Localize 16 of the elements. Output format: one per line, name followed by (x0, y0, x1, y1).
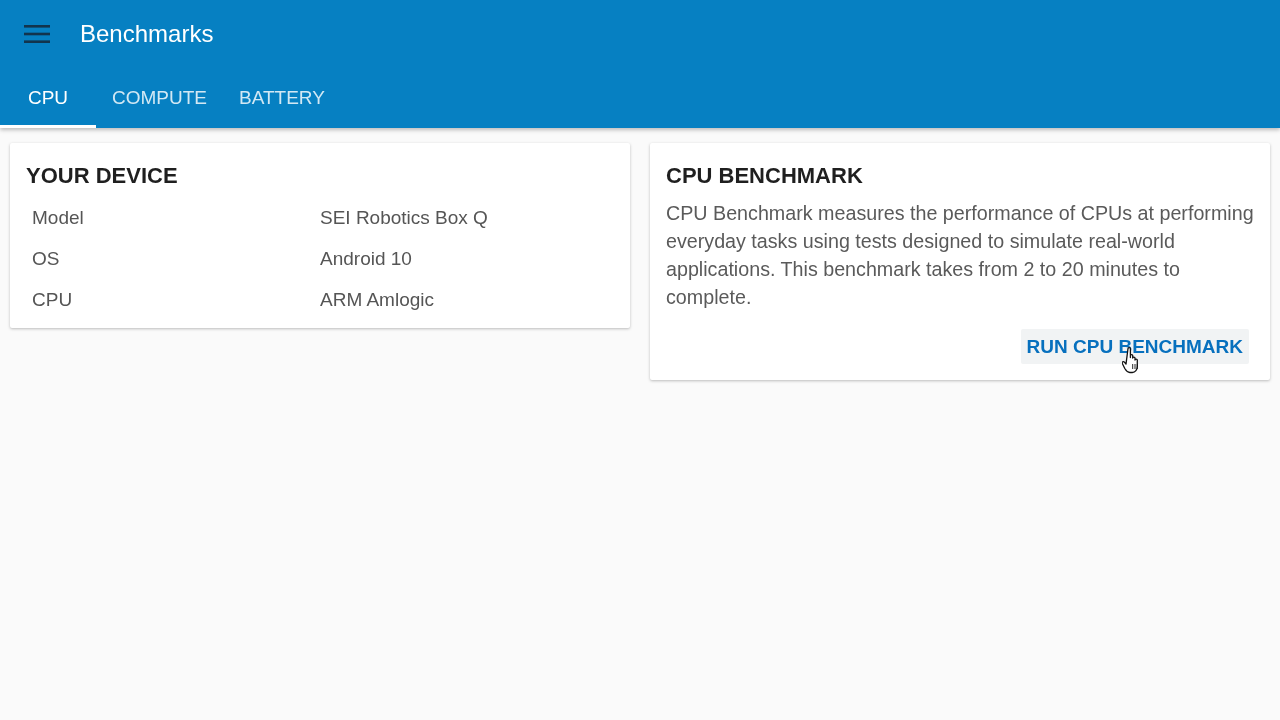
spec-label: OS (32, 247, 61, 271)
description-text: CPU Benchmark measures the performance of CPUs at performing everyday tasks using tests designed to simulate real-world applications. This benchmark takes from 2 to 20 minutes to complete. (666, 201, 1254, 310)
card-title: YOUR DEVICE (26, 162, 179, 190)
app-title: Benchmarks (80, 20, 214, 48)
spec-label: CPU (32, 288, 74, 312)
tab[interactable]: COMPUTE (96, 68, 223, 128)
tab[interactable]: BATTERY (223, 68, 341, 128)
spec-value: ARM Amlogic (320, 288, 435, 312)
run-benchmark-button[interactable]: RUN CPU BENCHMARK (1020, 329, 1249, 364)
spec-value: SEI Robotics Box Q (320, 206, 488, 230)
menu-button[interactable] (24, 25, 50, 43)
spec-value: Android 10 (320, 247, 412, 271)
tab[interactable]: CPU (0, 68, 96, 128)
card-title: CPU BENCHMARK (666, 162, 864, 190)
spec-label: Model (32, 206, 85, 230)
menu-icon (24, 25, 50, 43)
